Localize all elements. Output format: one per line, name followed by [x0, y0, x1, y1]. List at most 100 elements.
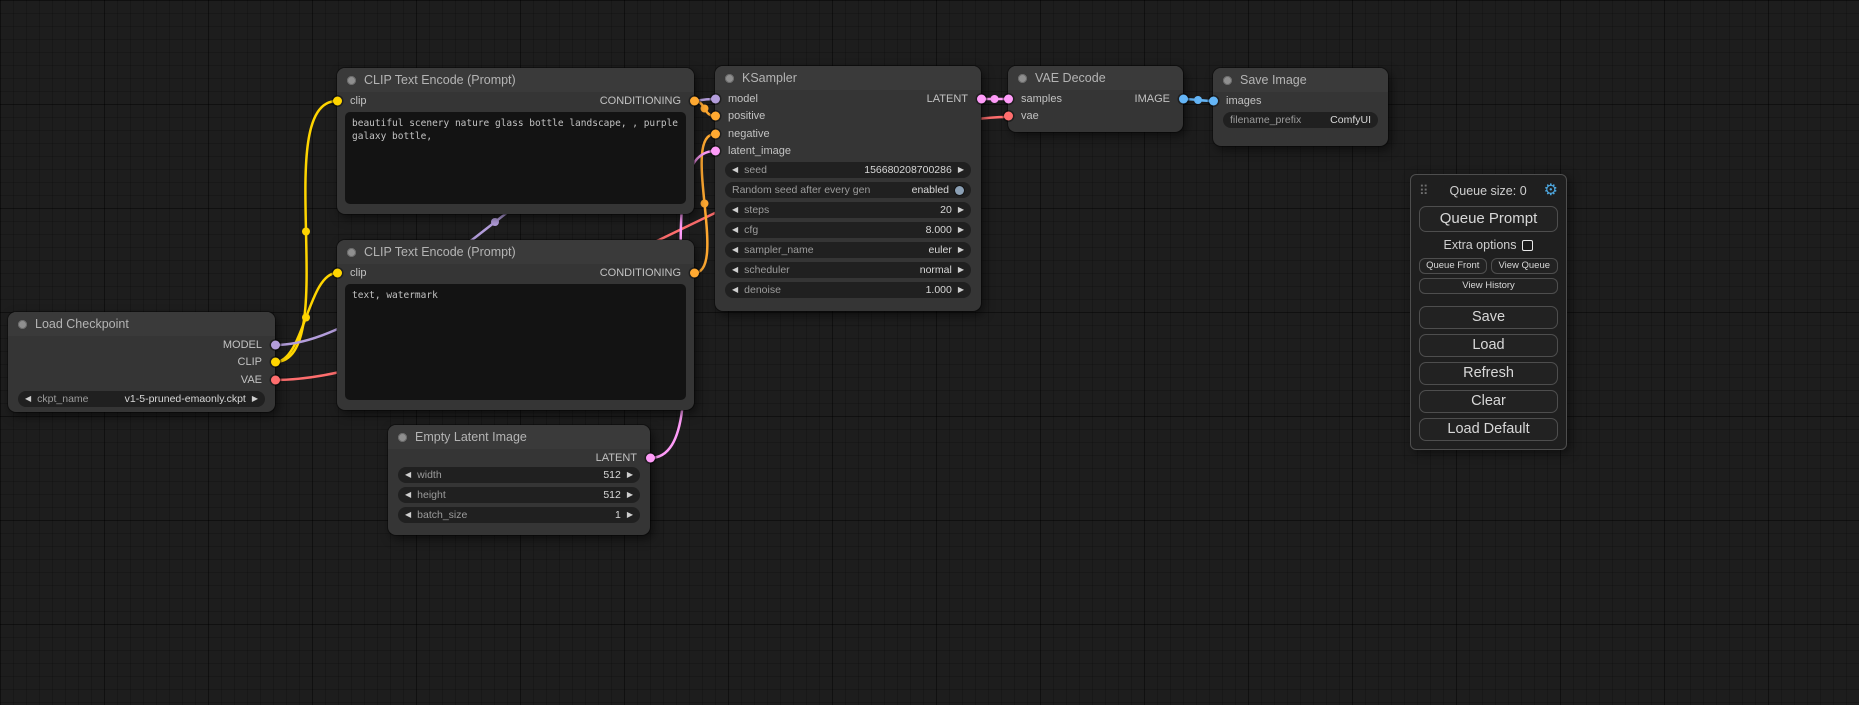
batch-size-widget[interactable]: ◀ batch_size 1 ▶ — [398, 507, 640, 523]
height-widget[interactable]: ◀ height 512 ▶ — [398, 487, 640, 503]
collapse-dot-icon[interactable] — [1018, 74, 1027, 83]
steps-widget[interactable]: ◀ steps 20 ▶ — [725, 202, 971, 218]
drag-handle-icon[interactable]: ⠿ — [1419, 183, 1429, 199]
widget-value: normal — [920, 264, 952, 276]
node-vae-decode[interactable]: VAE Decode samples IMAGE vae — [1008, 66, 1183, 132]
negative-input-dot[interactable] — [711, 129, 720, 138]
settings-gear-icon[interactable]: ⚙ — [1544, 183, 1558, 199]
negative-prompt-textarea[interactable]: text, watermark — [345, 284, 686, 400]
increment-arrow-icon[interactable]: ▶ — [958, 246, 964, 254]
node-title-bar[interactable]: VAE Decode — [1008, 66, 1183, 90]
image-output-dot[interactable] — [1179, 94, 1188, 103]
collapse-dot-icon[interactable] — [1223, 76, 1232, 85]
view-history-button[interactable]: View History — [1419, 278, 1558, 294]
width-widget[interactable]: ◀ width 512 ▶ — [398, 467, 640, 483]
collapse-dot-icon[interactable] — [725, 74, 734, 83]
filename-prefix-widget[interactable]: filename_prefix ComfyUI — [1223, 112, 1378, 128]
increment-arrow-icon[interactable]: ▶ — [958, 166, 964, 174]
refresh-button[interactable]: Refresh — [1419, 362, 1558, 385]
model-output-dot[interactable] — [271, 340, 280, 349]
positive-input-dot[interactable] — [711, 112, 720, 121]
load-button[interactable]: Load — [1419, 334, 1558, 357]
seed-widget[interactable]: ◀ seed 156680208700286 ▶ — [725, 162, 971, 178]
collapse-dot-icon[interactable] — [18, 320, 27, 329]
port-row: images — [1213, 92, 1388, 110]
cfg-widget[interactable]: ◀ cfg 8.000 ▶ — [725, 222, 971, 238]
decrement-arrow-icon[interactable]: ◀ — [405, 511, 411, 519]
widget-value: 512 — [603, 469, 621, 481]
queue-prompt-button[interactable]: Queue Prompt — [1419, 206, 1558, 232]
collapse-dot-icon[interactable] — [347, 76, 356, 85]
decrement-arrow-icon[interactable]: ◀ — [732, 226, 738, 234]
port-row: MODEL — [8, 336, 275, 354]
queue-front-button[interactable]: Queue Front — [1419, 258, 1487, 274]
node-save-image[interactable]: Save Image images filename_prefix ComfyU… — [1213, 68, 1388, 146]
decrement-arrow-icon[interactable]: ◀ — [732, 266, 738, 274]
conditioning-output-dot[interactable] — [690, 268, 699, 277]
sampler-name-widget[interactable]: ◀ sampler_name euler ▶ — [725, 242, 971, 258]
link-dot — [1194, 96, 1202, 104]
port-row: model LATENT — [715, 90, 981, 108]
extra-options-checkbox[interactable] — [1522, 240, 1533, 251]
view-history-row: View History — [1419, 278, 1558, 294]
node-title-bar[interactable]: Empty Latent Image — [388, 425, 650, 449]
node-clip-text-encode-positive[interactable]: CLIP Text Encode (Prompt) clip CONDITION… — [337, 68, 694, 214]
samples-input-dot[interactable] — [1004, 94, 1013, 103]
latent-image-input-dot[interactable] — [711, 147, 720, 156]
node-clip-text-encode-negative[interactable]: CLIP Text Encode (Prompt) clip CONDITION… — [337, 240, 694, 410]
node-title-bar[interactable]: CLIP Text Encode (Prompt) — [337, 68, 694, 92]
clip-input-dot[interactable] — [333, 268, 342, 277]
graph-canvas[interactable]: Load Checkpoint MODEL CLIP VAE ◀ ckpt_na… — [0, 0, 1859, 705]
node-title-bar[interactable]: CLIP Text Encode (Prompt) — [337, 240, 694, 264]
increment-arrow-icon[interactable]: ▶ — [958, 206, 964, 214]
vae-output-dot[interactable] — [271, 375, 280, 384]
node-title-bar[interactable]: KSampler — [715, 66, 981, 90]
increment-arrow-icon[interactable]: ▶ — [252, 395, 258, 403]
load-default-button[interactable]: Load Default — [1419, 418, 1558, 441]
increment-arrow-icon[interactable]: ▶ — [958, 286, 964, 294]
decrement-arrow-icon[interactable]: ◀ — [732, 206, 738, 214]
decrement-arrow-icon[interactable]: ◀ — [405, 491, 411, 499]
decrement-arrow-icon[interactable]: ◀ — [732, 286, 738, 294]
scheduler-widget[interactable]: ◀ scheduler normal ▶ — [725, 262, 971, 278]
increment-arrow-icon[interactable]: ▶ — [627, 471, 633, 479]
random-seed-toggle-widget[interactable]: Random seed after every gen enabled — [725, 182, 971, 198]
latent-output-dot[interactable] — [646, 453, 655, 462]
view-queue-button[interactable]: View Queue — [1491, 258, 1559, 274]
node-load-checkpoint[interactable]: Load Checkpoint MODEL CLIP VAE ◀ ckpt_na… — [8, 312, 275, 412]
save-button[interactable]: Save — [1419, 306, 1558, 329]
positive-prompt-textarea[interactable]: beautiful scenery nature glass bottle la… — [345, 112, 686, 204]
link-dot — [491, 218, 499, 226]
clear-button[interactable]: Clear — [1419, 390, 1558, 413]
toggle-knob-icon[interactable] — [955, 186, 964, 195]
increment-arrow-icon[interactable]: ▶ — [958, 266, 964, 274]
latent-output-dot[interactable] — [977, 94, 986, 103]
decrement-arrow-icon[interactable]: ◀ — [732, 166, 738, 174]
conditioning-output-dot[interactable] — [690, 96, 699, 105]
denoise-widget[interactable]: ◀ denoise 1.000 ▶ — [725, 282, 971, 298]
increment-arrow-icon[interactable]: ▶ — [627, 491, 633, 499]
widget-label: batch_size — [417, 509, 467, 521]
vae-input-dot[interactable] — [1004, 112, 1013, 121]
port-row: CLIP — [8, 354, 275, 372]
collapse-dot-icon[interactable] — [398, 433, 407, 442]
widget-label: height — [417, 489, 446, 501]
decrement-arrow-icon[interactable]: ◀ — [25, 395, 31, 403]
model-input-dot[interactable] — [711, 94, 720, 103]
node-title-bar[interactable]: Load Checkpoint — [8, 312, 275, 336]
decrement-arrow-icon[interactable]: ◀ — [405, 471, 411, 479]
clip-input-dot[interactable] — [333, 96, 342, 105]
increment-arrow-icon[interactable]: ▶ — [627, 511, 633, 519]
images-input-dot[interactable] — [1209, 96, 1218, 105]
clip-output-dot[interactable] — [271, 358, 280, 367]
ckpt-name-widget[interactable]: ◀ ckpt_name v1-5-pruned-emaonly.ckpt ▶ — [18, 391, 265, 407]
collapse-dot-icon[interactable] — [347, 248, 356, 257]
decrement-arrow-icon[interactable]: ◀ — [732, 246, 738, 254]
node-empty-latent-image[interactable]: Empty Latent Image LATENT ◀ width 512 ▶ … — [388, 425, 650, 535]
model-output-label: MODEL — [223, 339, 262, 351]
increment-arrow-icon[interactable]: ▶ — [958, 226, 964, 234]
clip-output-label: CLIP — [238, 356, 262, 368]
widget-value: 1 — [615, 509, 621, 521]
node-ksampler[interactable]: KSampler model LATENT positive negative … — [715, 66, 981, 311]
node-title-bar[interactable]: Save Image — [1213, 68, 1388, 92]
